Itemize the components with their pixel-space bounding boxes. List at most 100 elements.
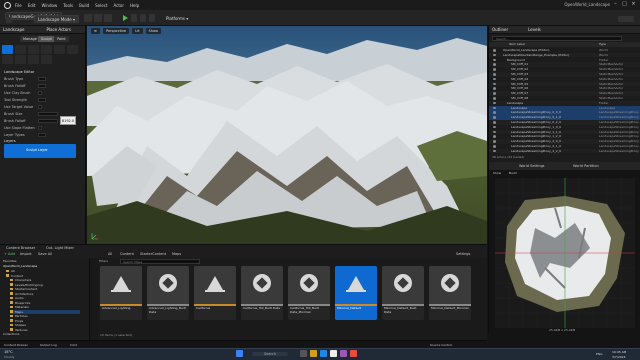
level-viewport[interactable]: ≡ Perspective Lit Show: [87, 26, 487, 244]
save-all-button[interactable]: Save All: [38, 252, 52, 256]
task-view-icon[interactable]: [300, 350, 307, 357]
tab-world-partition[interactable]: World Partition: [573, 164, 599, 168]
prop-value[interactable]: [38, 133, 46, 137]
perspective-button[interactable]: Perspective: [102, 27, 130, 34]
prop-value[interactable]: [38, 84, 46, 88]
asset-tile[interactable]: California_Hill_Built Data: [241, 266, 283, 320]
app-icon[interactable]: [350, 350, 357, 357]
tab-landscape[interactable]: Landscape: [3, 27, 25, 32]
collections-header[interactable]: Collections: [3, 332, 19, 337]
asset-tile[interactable]: Advanced_Lighting_Built Data: [147, 266, 189, 320]
outliner-row[interactable]: SM_Cliff_07 StaticMeshActor: [489, 91, 640, 96]
col-type[interactable]: Type: [599, 42, 606, 47]
visibility-eye-icon[interactable]: [493, 125, 496, 129]
play-icon[interactable]: [123, 15, 128, 21]
favorites-header[interactable]: Favorites: [3, 259, 17, 264]
erosion-tool-icon[interactable]: [67, 45, 78, 54]
asset-tile[interactable]: Minimal_Default_Minimal: [429, 266, 471, 320]
tab-light-mixer[interactable]: Out. Light Mixer: [46, 246, 74, 250]
menu-build[interactable]: Build: [79, 3, 89, 8]
stop-icon[interactable]: [149, 14, 155, 22]
menu-tools[interactable]: Tools: [63, 3, 73, 8]
maximize-icon[interactable]: □: [621, 1, 628, 8]
windows-start-icon[interactable]: [236, 350, 243, 357]
language-indicator[interactable]: ENG: [596, 352, 602, 356]
unreal-taskbar-icon[interactable]: [330, 350, 337, 357]
visibility-eye-icon[interactable]: [493, 58, 496, 62]
asset-tile[interactable]: California: [194, 266, 236, 320]
menu-window[interactable]: Window: [41, 3, 57, 8]
unreal-logo-icon[interactable]: [4, 1, 11, 9]
mode-dropdown[interactable]: Landscape Mode ▾: [34, 15, 79, 23]
tab-content-browser[interactable]: Content Browser: [6, 246, 35, 250]
smooth-tool-icon[interactable]: [28, 45, 39, 54]
path-all[interactable]: All: [108, 252, 112, 256]
visibility-eye-icon[interactable]: [493, 111, 496, 114]
taskbar-search[interactable]: Search: [252, 352, 289, 356]
path-starter-content[interactable]: StarterContent: [140, 252, 166, 256]
show-button[interactable]: Show: [145, 27, 161, 34]
menu-edit[interactable]: Edit: [28, 3, 36, 8]
visibility-eye-icon[interactable]: [493, 49, 496, 52]
blueprint-icon[interactable]: [104, 14, 112, 22]
minimize-icon[interactable]: –: [612, 1, 619, 8]
select-mode-icon[interactable]: [84, 14, 92, 22]
asset-tile[interactable]: Minimal_Default: [335, 266, 377, 320]
asset-tile[interactable]: Advanced_Lighting: [100, 266, 142, 320]
visibility-eye-icon[interactable]: [493, 135, 496, 138]
prop-checkbox[interactable]: [38, 105, 42, 109]
visibility-eye-icon[interactable]: [493, 87, 496, 90]
file-explorer-icon[interactable]: [310, 350, 317, 357]
cb-search-input[interactable]: Search Maps: [120, 259, 200, 264]
visibility-eye-icon[interactable]: [493, 82, 496, 86]
platforms-dropdown[interactable]: Platforms ▾: [163, 15, 191, 23]
viewport-options-button[interactable]: ≡: [91, 27, 100, 34]
cmd-input[interactable]: Cmd: [70, 343, 77, 347]
wp-show-button[interactable]: Show: [493, 171, 501, 175]
flatten-tool-icon[interactable]: [41, 45, 52, 54]
play-options-icon[interactable]: [131, 14, 137, 22]
outliner-row[interactable]: LandscapeStreamingProxy_0_1_0 LandscapeSt…: [489, 115, 640, 120]
outliner-row[interactable]: SM_Cliff_02 StaticMeshActor: [489, 67, 640, 72]
clock-time[interactable]: 10:45 AM: [612, 350, 626, 354]
menu-actor[interactable]: Actor: [113, 3, 124, 8]
sculpt-tool-icon[interactable]: [2, 45, 13, 54]
source-control-button[interactable]: Source Control: [430, 343, 452, 347]
visibility-eye-icon[interactable]: [493, 101, 496, 105]
visibility-eye-icon[interactable]: [493, 63, 496, 66]
tab-world-settings[interactable]: World Settings: [519, 164, 545, 168]
prop-checkbox[interactable]: [38, 91, 42, 95]
cb-settings-button[interactable]: Settings: [456, 252, 470, 256]
visibility-eye-icon[interactable]: [493, 121, 496, 124]
prop-checkbox[interactable]: [38, 126, 42, 130]
save-icon[interactable]: [6, 17, 12, 23]
path-content[interactable]: Content: [120, 252, 134, 256]
menu-select[interactable]: Select: [95, 3, 107, 8]
col-item-label[interactable]: Item Label: [509, 42, 525, 46]
tab-place-actors[interactable]: Place Actors: [47, 27, 72, 32]
visibility-eye-icon[interactable]: [493, 106, 496, 110]
mode-manage[interactable]: Manage: [20, 36, 40, 42]
tab-outliner[interactable]: Outliner: [492, 27, 508, 32]
noise-tool-icon[interactable]: [2, 55, 13, 64]
asset-tile[interactable]: California_Hill_Built Data_Minimal: [288, 266, 330, 320]
close-icon[interactable]: ×: [630, 1, 637, 8]
visibility-eye-icon[interactable]: [493, 149, 496, 153]
selected-layer-item[interactable]: Sculpt Layer: [4, 144, 76, 158]
visibility-eye-icon[interactable]: [493, 116, 496, 119]
ramp-tool-icon[interactable]: [54, 45, 65, 54]
visibility-eye-icon[interactable]: [493, 77, 496, 81]
step-icon[interactable]: [140, 14, 146, 22]
wp-build-button[interactable]: Build: [509, 171, 517, 175]
retopo-tool-icon[interactable]: [15, 55, 26, 64]
mode-paint[interactable]: Paint: [54, 36, 69, 42]
visibility-eye-icon[interactable]: [493, 92, 496, 95]
menu-help[interactable]: Help: [130, 3, 139, 8]
visibility-eye-icon[interactable]: [493, 130, 496, 134]
mirror-tool-icon[interactable]: [41, 55, 52, 64]
content-icon[interactable]: [94, 14, 102, 22]
mode-sculpt[interactable]: Sculpt: [38, 36, 55, 42]
outliner-row[interactable]: LandscapeStreamingProxy_2_2_0 LandscapeSt…: [489, 148, 640, 154]
brush-size-slider[interactable]: [38, 112, 58, 116]
prop-value[interactable]: [38, 77, 46, 81]
